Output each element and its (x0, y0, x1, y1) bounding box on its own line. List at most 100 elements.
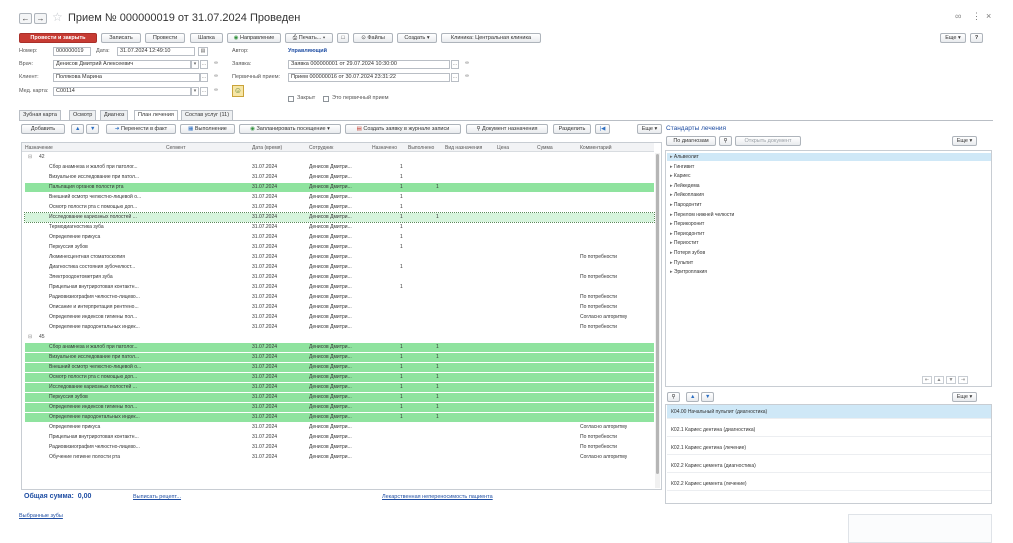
table-row[interactable]: Определение прикуса 31.07.2024 Денисов Дми… (25, 423, 654, 432)
link-icon[interactable]: ∞ (955, 11, 961, 21)
table-row[interactable]: Визуальное исследование при патол... 31.0… (25, 353, 654, 362)
back-button[interactable]: ← (19, 13, 32, 24)
doctor-dropdown-icon[interactable]: ▾ (191, 60, 199, 69)
doctor-select-icon[interactable]: ... (200, 60, 208, 69)
doctor-field[interactable]: Денисов Дмитрий Алексеевич (53, 60, 191, 69)
table-row[interactable]: Термодиагностика зуба 31.07.2024 Денисов Д… (25, 223, 654, 232)
move-to-fact-button[interactable]: ➜ Перенести в факт (106, 124, 176, 134)
expand-arrow-icon[interactable]: ▸ (667, 154, 674, 160)
standard-item[interactable]: ▸ Гингивит (667, 163, 991, 171)
expand-arrow-icon[interactable]: ▸ (667, 183, 674, 189)
expand-arrow-icon[interactable]: ▸ (667, 221, 674, 227)
expand-arrow-icon[interactable]: ▸ (667, 260, 674, 266)
expand-arrow-icon[interactable]: ▸ (667, 192, 674, 198)
table-row[interactable]: Люминесцентная стоматоскопия 31.07.2024 Де… (25, 253, 654, 262)
doctor-open-icon[interactable]: ∞ (212, 60, 220, 69)
create-request-button[interactable]: ▤ Создать заявку в журнале записи (345, 124, 461, 134)
first-visit-field[interactable]: Прием 000000016 от 30.07.2024 23:31:22 (288, 73, 450, 82)
table-row[interactable]: Радиовизиография челюстно-лицево... 31.07… (25, 443, 654, 452)
move-down-button[interactable]: ▼ (86, 124, 99, 134)
group-row[interactable]: ⊟ 45 (25, 333, 654, 342)
standard-item[interactable]: ▸ Перикоронит (667, 220, 991, 228)
standard-item[interactable]: ▸ Периостит (667, 239, 991, 247)
first-visit-open-icon[interactable]: ∞ (463, 73, 471, 82)
card-field[interactable]: С00114 (53, 87, 191, 96)
standard-item[interactable]: ▸ Альвеолит (667, 153, 991, 161)
more-button[interactable]: Еще ▾ (940, 33, 966, 43)
attach-button[interactable]: □ (337, 33, 349, 43)
request-select-icon[interactable]: ... (451, 60, 459, 69)
by-diagnosis-button[interactable]: По диагнозам (666, 136, 716, 146)
col-assigned[interactable]: Назначено (372, 144, 397, 152)
collapse-group-icon[interactable]: ⊟ (28, 153, 32, 162)
table-row[interactable]: Радиовизиография челюстно-лицево... 31.07… (25, 293, 654, 302)
card-open-icon[interactable]: ∞ (212, 87, 220, 96)
calendar-icon[interactable]: ▤ (198, 47, 208, 56)
col-assignment[interactable]: Назначение (25, 144, 53, 152)
diag-more-button[interactable]: Еще ▾ (952, 392, 977, 402)
number-field[interactable]: 000000019 (53, 47, 91, 56)
first-visit-checkbox[interactable] (323, 96, 329, 102)
standard-item[interactable]: ▸ Периодонтит (667, 230, 991, 238)
col-assign-type[interactable]: Вид назначения (445, 144, 482, 152)
schedule-visit-button[interactable]: ◉ Запланировать посещение ▾ (239, 124, 341, 134)
list-nav-first-icon[interactable]: ⇤ (922, 376, 932, 384)
close-icon[interactable]: × (986, 11, 991, 21)
plan-more-button[interactable]: Еще ▾ (637, 124, 662, 134)
collapse-button[interactable]: |◀ (595, 124, 610, 134)
diagnosis-item[interactable]: К02.1 Кариес дентина (диагностика) (667, 423, 991, 437)
expand-arrow-icon[interactable]: ▸ (667, 240, 674, 246)
request-open-icon[interactable]: ∞ (463, 60, 471, 69)
print-button[interactable]: ⎙ Печать... ▾ (285, 33, 333, 43)
closed-checkbox[interactable] (288, 96, 294, 102)
expand-arrow-icon[interactable]: ▸ (667, 173, 674, 179)
table-row[interactable]: Прицельная внутриротовая контактн... 31.0… (25, 433, 654, 442)
table-row[interactable]: Исследование кариозных полостей ... 31.07… (25, 383, 654, 392)
favorite-star-icon[interactable]: ☆ (52, 11, 63, 24)
table-scrollbar-thumb[interactable] (656, 154, 659, 474)
move-up-button[interactable]: ▲ (71, 124, 84, 134)
standard-item[interactable]: ▸ Пульпит (667, 259, 991, 267)
group-row[interactable]: ⊟ 42 (25, 153, 654, 162)
table-row[interactable]: Визуальное исследование при патол... 31.0… (25, 173, 654, 182)
open-document-button[interactable]: Открыть документ (735, 136, 801, 146)
referral-button[interactable]: ◉ Направление (227, 33, 281, 43)
post-and-close-button[interactable]: Провести и закрыть (19, 33, 97, 43)
table-row[interactable]: Определение пародонтальных индек... 31.07… (25, 413, 654, 422)
card-select-icon[interactable]: ... (200, 87, 208, 96)
execution-button[interactable]: ▦ Выполнение (180, 124, 235, 134)
card-dropdown-icon[interactable]: ▾ (191, 87, 199, 96)
col-sum[interactable]: Сумма (537, 144, 553, 152)
table-row[interactable]: Определение индексов гигиены пол... 31.07… (25, 403, 654, 412)
standard-item[interactable]: ▸ Перелом нижней челюсти (667, 211, 991, 219)
save-button[interactable]: Записать (101, 33, 141, 43)
standards-more-button[interactable]: Еще ▾ (952, 136, 977, 146)
diagnosis-item[interactable]: К02.1 Кариес дентина (лечение) (667, 441, 991, 455)
post-button[interactable]: Провести (145, 33, 185, 43)
more-actions-icon[interactable]: ⋮ (972, 11, 981, 22)
col-comment[interactable]: Комментарий (580, 144, 612, 152)
search-button[interactable]: ⚲ (719, 136, 732, 146)
expand-arrow-icon[interactable]: ▸ (667, 212, 674, 218)
tab-dental-chart[interactable]: Зубная карта (19, 110, 61, 120)
create-button[interactable]: Создать ▾ (397, 33, 437, 43)
table-row[interactable]: Перкуссия зубов 31.07.2024 Денисов Дмитри.… (25, 393, 654, 402)
standard-item[interactable]: ▸ Лейкедема (667, 182, 991, 190)
standard-item[interactable]: ▸ Эритроплакия (667, 268, 991, 276)
table-row[interactable]: Внешний осмотр челюстно-лицевой о... 31.0… (25, 363, 654, 372)
patient-card-icon[interactable]: ☺ (232, 85, 244, 97)
table-row[interactable]: Осмотр полости рта с помощью доп... 31.07… (25, 373, 654, 382)
selected-teeth-link[interactable]: Выбранные зубы (19, 513, 63, 519)
table-row[interactable]: Перкуссия зубов 31.07.2024 Денисов Дмитри.… (25, 243, 654, 252)
table-row[interactable]: Обучение гигиене полости рта 31.07.2024 Де… (25, 453, 654, 462)
hat-button[interactable]: Шапка (190, 33, 223, 43)
files-button[interactable]: ⊙ Файлы (353, 33, 393, 43)
standard-item[interactable]: ▸ Потеря зубов (667, 249, 991, 257)
col-datetime[interactable]: Дата (время) (252, 144, 282, 152)
expand-arrow-icon[interactable]: ▸ (667, 269, 674, 275)
standard-item[interactable]: ▸ Лейкоплакия (667, 191, 991, 199)
table-row[interactable]: Внешний осмотр челюстно-лицевой о... 31.0… (25, 193, 654, 202)
table-row[interactable]: Определение индексов гигиены пол... 31.07… (25, 313, 654, 322)
diagnosis-item[interactable]: К02.2 Кариес цемента (лечение) (667, 477, 991, 491)
table-row[interactable]: Осмотр полости рта с помощью доп... 31.07… (25, 203, 654, 212)
